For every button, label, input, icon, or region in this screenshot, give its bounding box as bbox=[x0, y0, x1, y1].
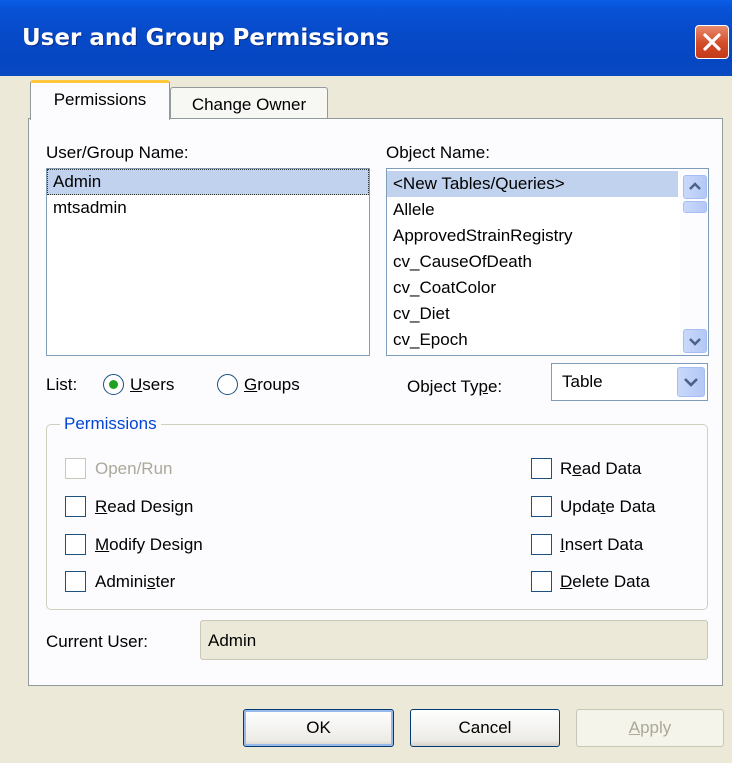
open-run-checkbox bbox=[65, 458, 86, 479]
object-type-label: Object Type: bbox=[407, 377, 503, 396]
scroll-up-button[interactable] bbox=[683, 175, 707, 199]
cancel-button-label: Cancel bbox=[458, 718, 512, 737]
modify-design-checkbox[interactable] bbox=[65, 534, 86, 555]
read-design-label[interactable]: Read Design bbox=[95, 497, 193, 517]
object-type-select[interactable]: Table bbox=[551, 363, 708, 401]
chevron-down-icon bbox=[684, 378, 698, 387]
scroll-thumb[interactable] bbox=[683, 201, 707, 213]
apply-button: Apply bbox=[576, 709, 724, 747]
list-item[interactable]: ApprovedStrainRegistry bbox=[387, 223, 678, 249]
list-item[interactable]: cv_CoatColor bbox=[387, 275, 678, 301]
list-item[interactable]: cv_Epoch bbox=[387, 327, 678, 353]
ok-button[interactable]: OK bbox=[243, 709, 394, 747]
ok-button-label: OK bbox=[306, 718, 331, 737]
current-user-label: Current User: bbox=[46, 632, 149, 651]
insert-data-label[interactable]: Insert Data bbox=[560, 535, 643, 555]
list-item[interactable]: Admin bbox=[47, 169, 369, 195]
object-name-label: Object Name: bbox=[386, 143, 490, 162]
groups-radio-label[interactable]: Groups bbox=[244, 375, 300, 395]
read-data-label[interactable]: Read Data bbox=[560, 459, 641, 479]
object-type-dropdown-button[interactable] bbox=[677, 367, 705, 397]
list-item[interactable]: mtsadmin bbox=[47, 195, 369, 221]
list-item[interactable]: cv_Diet bbox=[387, 301, 678, 327]
list-item[interactable]: <New Tables/Queries> bbox=[387, 171, 678, 197]
list-item[interactable]: cv_CauseOfDeath bbox=[387, 249, 678, 275]
administer-label[interactable]: Administer bbox=[95, 572, 175, 592]
scroll-down-button[interactable] bbox=[683, 329, 707, 353]
modify-design-label[interactable]: Modify Design bbox=[95, 535, 203, 555]
chevron-up-icon bbox=[689, 182, 701, 190]
user-group-list[interactable]: Admin mtsadmin bbox=[46, 168, 370, 356]
update-data-checkbox[interactable] bbox=[531, 496, 552, 517]
object-name-list[interactable]: <New Tables/Queries> Allele ApprovedStrain… bbox=[386, 168, 709, 356]
open-run-label: Open/Run bbox=[95, 459, 173, 478]
insert-data-checkbox[interactable] bbox=[531, 534, 552, 555]
groups-radio[interactable] bbox=[217, 374, 238, 395]
users-radio-label[interactable]: Users bbox=[130, 375, 174, 395]
current-user-value: Admin bbox=[208, 631, 257, 650]
object-name-items: <New Tables/Queries> Allele ApprovedStrain… bbox=[387, 171, 678, 353]
list-item[interactable]: Allele bbox=[387, 197, 678, 223]
list-label: List: bbox=[46, 375, 78, 394]
delete-data-checkbox[interactable] bbox=[531, 571, 552, 592]
user-group-label: User/Group Name: bbox=[46, 143, 189, 162]
apply-button-label: Apply bbox=[628, 718, 672, 737]
object-list-scrollbar[interactable] bbox=[680, 169, 708, 355]
administer-checkbox[interactable] bbox=[65, 571, 86, 592]
users-radio[interactable] bbox=[103, 374, 124, 395]
chevron-down-icon bbox=[689, 338, 701, 346]
user-group-items: Admin mtsadmin bbox=[47, 169, 369, 221]
update-data-label[interactable]: Update Data bbox=[560, 497, 655, 517]
object-type-value: Table bbox=[562, 372, 603, 391]
radio-selected-dot bbox=[109, 380, 118, 389]
permissions-legend: Permissions bbox=[60, 414, 161, 434]
delete-data-label[interactable]: Delete Data bbox=[560, 572, 650, 592]
cancel-button[interactable]: Cancel bbox=[410, 709, 560, 747]
current-user-field: Admin bbox=[200, 620, 708, 660]
read-data-checkbox[interactable] bbox=[531, 458, 552, 479]
read-design-checkbox[interactable] bbox=[65, 496, 86, 517]
